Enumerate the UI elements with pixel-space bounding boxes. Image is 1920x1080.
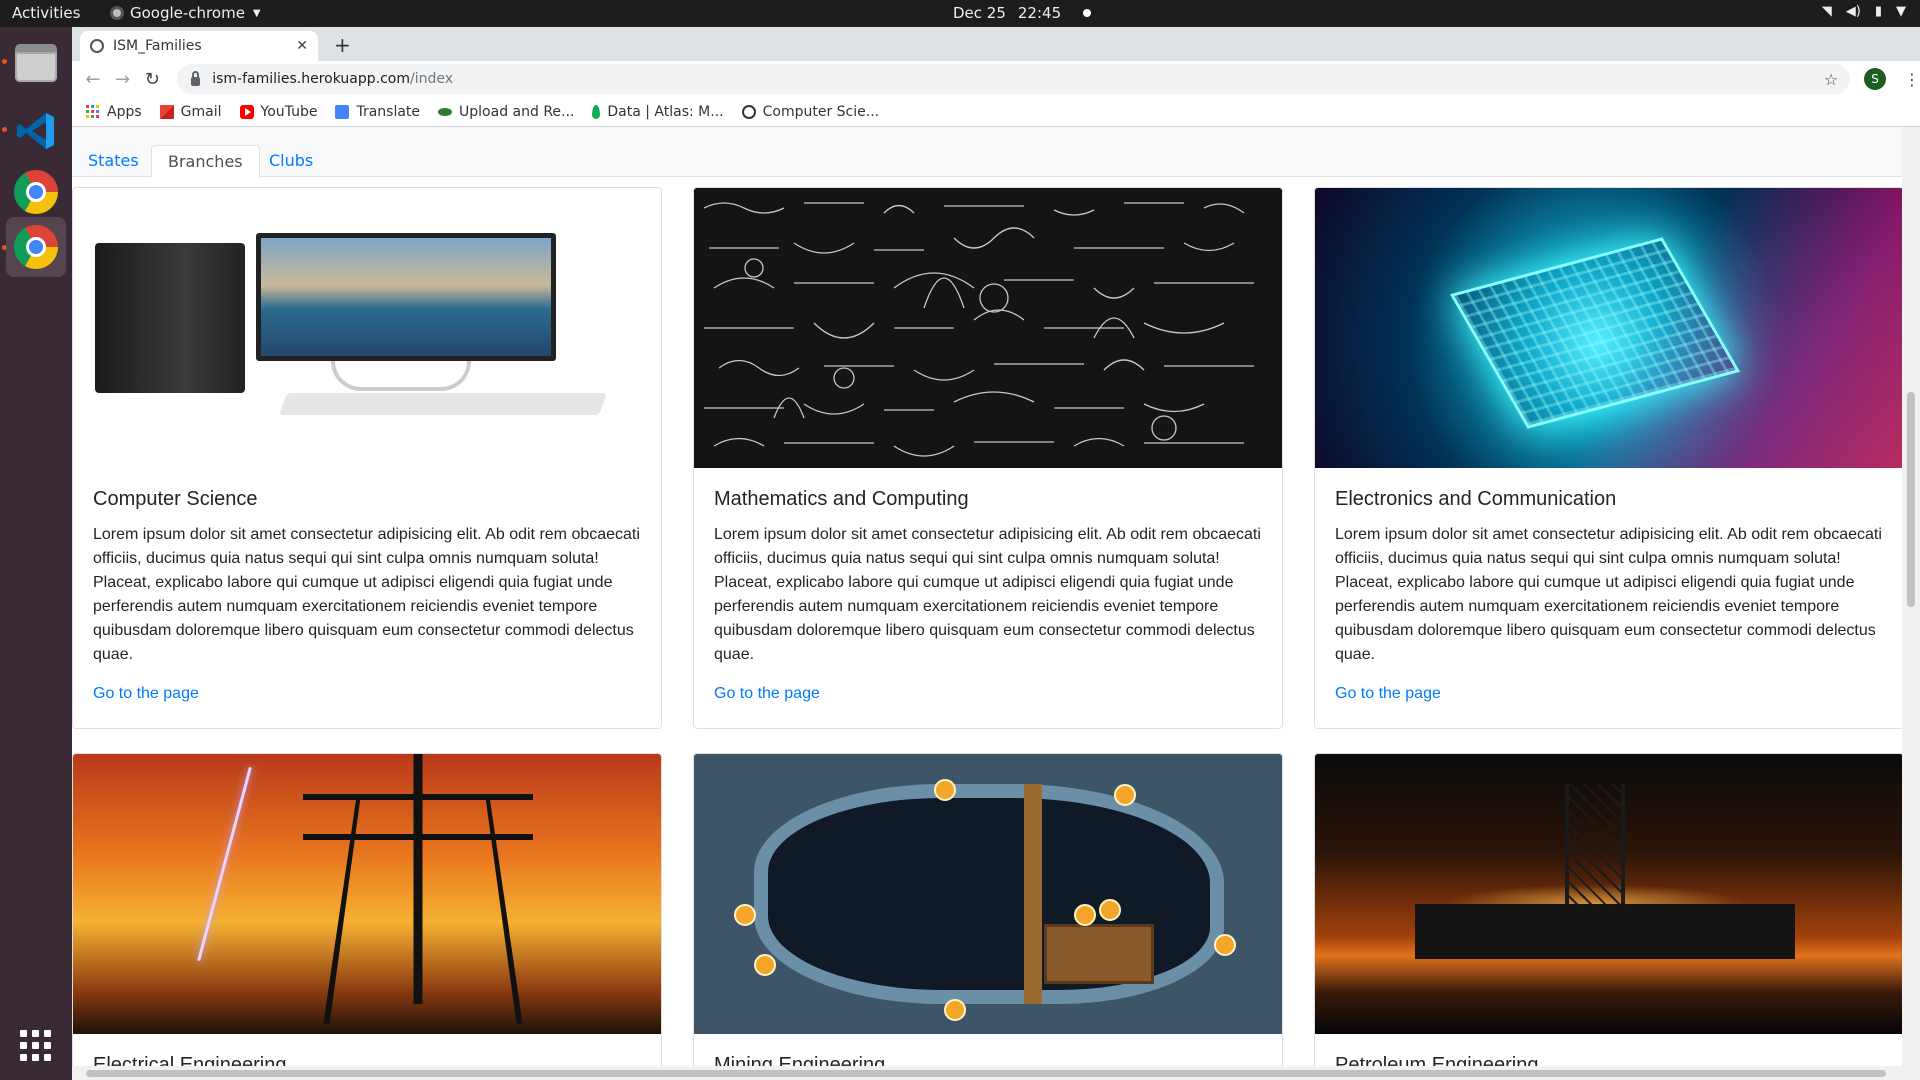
bookmark-atlas[interactable]: Data | Atlas: M... bbox=[592, 103, 724, 120]
bookmark-computer-science[interactable]: Computer Scie... bbox=[741, 103, 880, 120]
bookmark-gmail[interactable]: Gmail bbox=[159, 103, 222, 120]
files-launcher[interactable] bbox=[6, 33, 66, 93]
bookmark-label: Gmail bbox=[180, 103, 222, 120]
branch-card: Petroleum Engineering bbox=[1314, 753, 1904, 1080]
bookmark-label: Apps bbox=[107, 103, 142, 120]
chrome-icon bbox=[110, 6, 124, 20]
forward-arrow-icon[interactable]: → bbox=[110, 69, 136, 90]
caret-down-icon: ▼ bbox=[252, 7, 261, 19]
go-to-page-link[interactable]: Go to the page bbox=[93, 685, 199, 702]
card-text: Lorem ipsum dolor sit amet consectetur a… bbox=[714, 526, 1261, 663]
bookmark-label: Computer Scie... bbox=[762, 103, 880, 120]
reload-icon[interactable]: ↻ bbox=[139, 69, 165, 90]
app-name: Google-chrome bbox=[130, 4, 245, 22]
vertical-scrollbar[interactable] bbox=[1902, 127, 1920, 1080]
system-tray[interactable]: ◥ ◀) ▮ ▼ bbox=[1822, 4, 1906, 19]
date-label: Dec 25 bbox=[953, 4, 1006, 22]
bookmarks-bar: Apps Gmail YouTube Translate Upload and … bbox=[72, 97, 1920, 127]
gmail-icon bbox=[159, 104, 174, 119]
activities-button[interactable]: Activities bbox=[12, 4, 80, 22]
mongodb-leaf-icon bbox=[592, 104, 601, 119]
battery-icon: ▮ bbox=[1874, 4, 1882, 19]
bookmark-star-icon[interactable]: ☆ bbox=[1824, 70, 1838, 89]
browser-toolbar: ← → ↻ ism-families.herokuapp.com/index ☆… bbox=[72, 61, 1920, 97]
url-host: ism-families.herokuapp.com bbox=[212, 71, 411, 87]
globe-icon bbox=[741, 104, 756, 119]
bookmark-label: Upload and Re... bbox=[459, 103, 575, 120]
go-to-page-link[interactable]: Go to the page bbox=[714, 685, 820, 702]
branch-card: Electrical Engineering bbox=[72, 753, 662, 1080]
card-text: Lorem ipsum dolor sit amet consectetur a… bbox=[1335, 526, 1882, 663]
horizontal-scrollbar[interactable] bbox=[72, 1066, 1902, 1080]
bookmark-apps[interactable]: Apps bbox=[86, 104, 142, 120]
branch-card: Computer Science Lorem ipsum dolor sit a… bbox=[72, 187, 662, 729]
tab-strip: ISM_Families ✕ + bbox=[72, 27, 1920, 61]
go-to-page-link[interactable]: Go to the page bbox=[1335, 685, 1441, 702]
clock[interactable]: Dec 25 22:45 bbox=[953, 4, 1092, 22]
kebab-menu-icon[interactable]: ⋮ bbox=[1904, 70, 1920, 89]
power-menu-caret-icon: ▼ bbox=[1896, 4, 1906, 19]
notification-dot-icon bbox=[1083, 9, 1092, 17]
new-tab-icon[interactable]: + bbox=[334, 33, 351, 57]
volume-icon: ◀) bbox=[1845, 4, 1861, 19]
files-icon bbox=[15, 44, 57, 82]
globe-icon bbox=[90, 39, 104, 53]
page-nav-tabs: States Branches Clubs bbox=[72, 127, 1902, 178]
bookmark-label: Data | Atlas: M... bbox=[607, 103, 724, 120]
card-title: Mathematics and Computing bbox=[714, 488, 969, 510]
browser-tab[interactable]: ISM_Families ✕ bbox=[80, 31, 318, 61]
card-text: Lorem ipsum dolor sit amet consectetur a… bbox=[93, 526, 640, 663]
apps-grid-icon bbox=[86, 104, 100, 119]
chrome-window-launcher[interactable] bbox=[6, 217, 66, 277]
scrollbar-thumb[interactable] bbox=[1907, 392, 1915, 607]
url-path: /index bbox=[410, 71, 454, 87]
show-applications-icon[interactable] bbox=[20, 1030, 52, 1062]
oil-rig-image bbox=[1315, 754, 1903, 1034]
back-arrow-icon[interactable]: ← bbox=[80, 69, 106, 90]
web-page: States Branches Clubs Computer Science L… bbox=[72, 127, 1920, 1080]
close-icon[interactable]: ✕ bbox=[296, 38, 308, 54]
vscode-launcher[interactable] bbox=[6, 101, 66, 161]
math-blackboard-image bbox=[694, 188, 1282, 468]
upload-icon bbox=[438, 107, 453, 116]
bookmark-youtube[interactable]: YouTube bbox=[239, 103, 318, 120]
bookmark-label: Translate bbox=[356, 103, 421, 120]
tab-branches[interactable]: Branches bbox=[151, 145, 260, 178]
circuit-board-image bbox=[1315, 188, 1903, 468]
tab-states[interactable]: States bbox=[72, 145, 155, 178]
app-menu[interactable]: Google-chrome ▼ bbox=[110, 4, 261, 22]
bookmark-label: YouTube bbox=[260, 103, 318, 120]
browser-window: ISM_Families ✕ + ← → ↻ ism-families.hero… bbox=[72, 27, 1920, 1080]
card-title: Electronics and Communication bbox=[1335, 488, 1617, 510]
bookmark-translate[interactable]: Translate bbox=[335, 104, 420, 120]
card-title: Computer Science bbox=[93, 488, 258, 510]
system-top-bar: Activities Google-chrome ▼ Dec 25 22:45 … bbox=[0, 0, 1920, 27]
wifi-icon: ◥ bbox=[1821, 4, 1832, 19]
chrome-icon bbox=[14, 225, 58, 269]
youtube-icon bbox=[239, 104, 254, 119]
branch-card: Mathematics and Computing Lorem ipsum do… bbox=[693, 187, 1283, 729]
chrome-launcher[interactable] bbox=[6, 162, 66, 222]
scrollbar-thumb[interactable] bbox=[86, 1070, 1886, 1077]
power-tower-lightning-image bbox=[73, 754, 661, 1034]
vscode-icon bbox=[17, 113, 54, 149]
translate-icon bbox=[335, 104, 350, 119]
mining-illustration-image bbox=[694, 754, 1282, 1034]
dock bbox=[0, 27, 72, 1080]
lock-icon bbox=[191, 70, 201, 86]
time-label: 22:45 bbox=[1017, 4, 1062, 22]
chrome-icon bbox=[14, 170, 58, 214]
tab-clubs[interactable]: Clubs bbox=[253, 145, 329, 178]
desktop-computer-image bbox=[73, 188, 661, 468]
branch-card: Mining Engineering bbox=[693, 753, 1283, 1080]
bookmark-upload[interactable]: Upload and Re... bbox=[438, 104, 574, 120]
branch-card: Electronics and Communication Lorem ipsu… bbox=[1314, 187, 1904, 729]
profile-avatar[interactable]: S bbox=[1864, 68, 1886, 90]
address-bar[interactable]: ism-families.herokuapp.com/index ☆ bbox=[177, 64, 1851, 94]
tab-title: ISM_Families bbox=[113, 38, 202, 54]
